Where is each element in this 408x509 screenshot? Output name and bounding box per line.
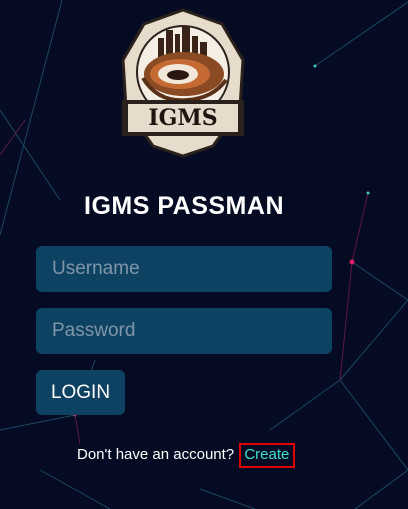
app-title: IGMS PASSMAN: [84, 192, 284, 220]
svg-text:IGMS: IGMS: [148, 105, 217, 131]
signup-prompt-row: Don't have an account? Create: [77, 443, 296, 468]
create-account-link[interactable]: Create: [239, 443, 296, 468]
signup-prompt-text: Don't have an account?: [77, 446, 235, 463]
igms-logo: IGMS: [121, 8, 245, 158]
password-input[interactable]: [36, 308, 332, 354]
login-button[interactable]: LOGIN: [36, 370, 125, 415]
username-input[interactable]: [36, 246, 332, 292]
